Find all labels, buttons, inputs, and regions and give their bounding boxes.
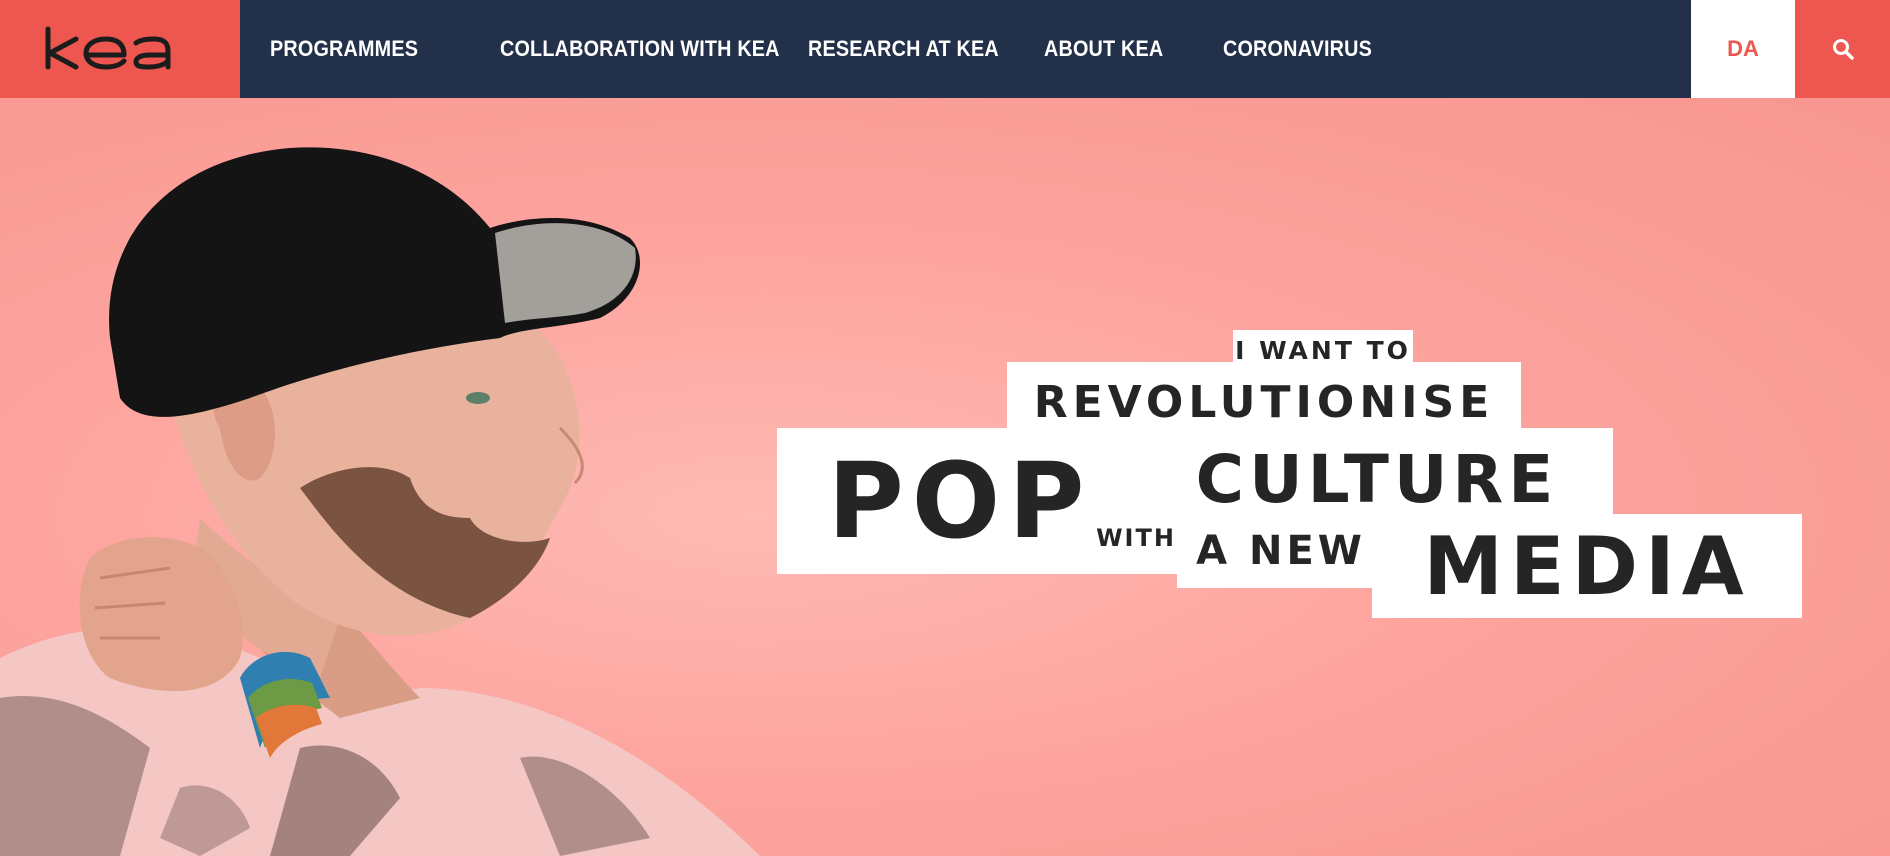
- nav-item-research[interactable]: RESEARCH AT KEA: [808, 36, 999, 62]
- headline-pop: POP: [827, 439, 1093, 562]
- language-switch-button[interactable]: DA: [1691, 0, 1795, 98]
- search-icon: [1832, 39, 1854, 60]
- headline-with: WITH: [1096, 524, 1176, 552]
- kea-logo-link[interactable]: [0, 0, 240, 98]
- main-navigation: PROGRAMMES COLLABORATION WITH KEA RESEAR…: [240, 0, 1691, 98]
- hero-photo-person: [0, 147, 760, 856]
- nav-item-collaboration[interactable]: COLLABORATION WITH KEA: [500, 36, 779, 62]
- site-header: PROGRAMMES COLLABORATION WITH KEA RESEAR…: [0, 0, 1890, 98]
- headline-media: MEDIA: [1372, 514, 1802, 618]
- headline-a-new: A NEW: [1196, 528, 1366, 574]
- nav-item-programmes[interactable]: PROGRAMMES: [270, 36, 423, 62]
- kea-logo: [45, 26, 171, 70]
- search-button[interactable]: [1795, 0, 1890, 98]
- nav-item-about[interactable]: ABOUT KEA: [1044, 36, 1163, 62]
- nav-item-coronavirus[interactable]: CORONAVIRUS: [1223, 36, 1372, 62]
- hero-banner: I WANT TO REVOLUTIONISE POP CULTURE WITH…: [0, 98, 1890, 856]
- headline-culture: CULTURE: [1195, 440, 1559, 518]
